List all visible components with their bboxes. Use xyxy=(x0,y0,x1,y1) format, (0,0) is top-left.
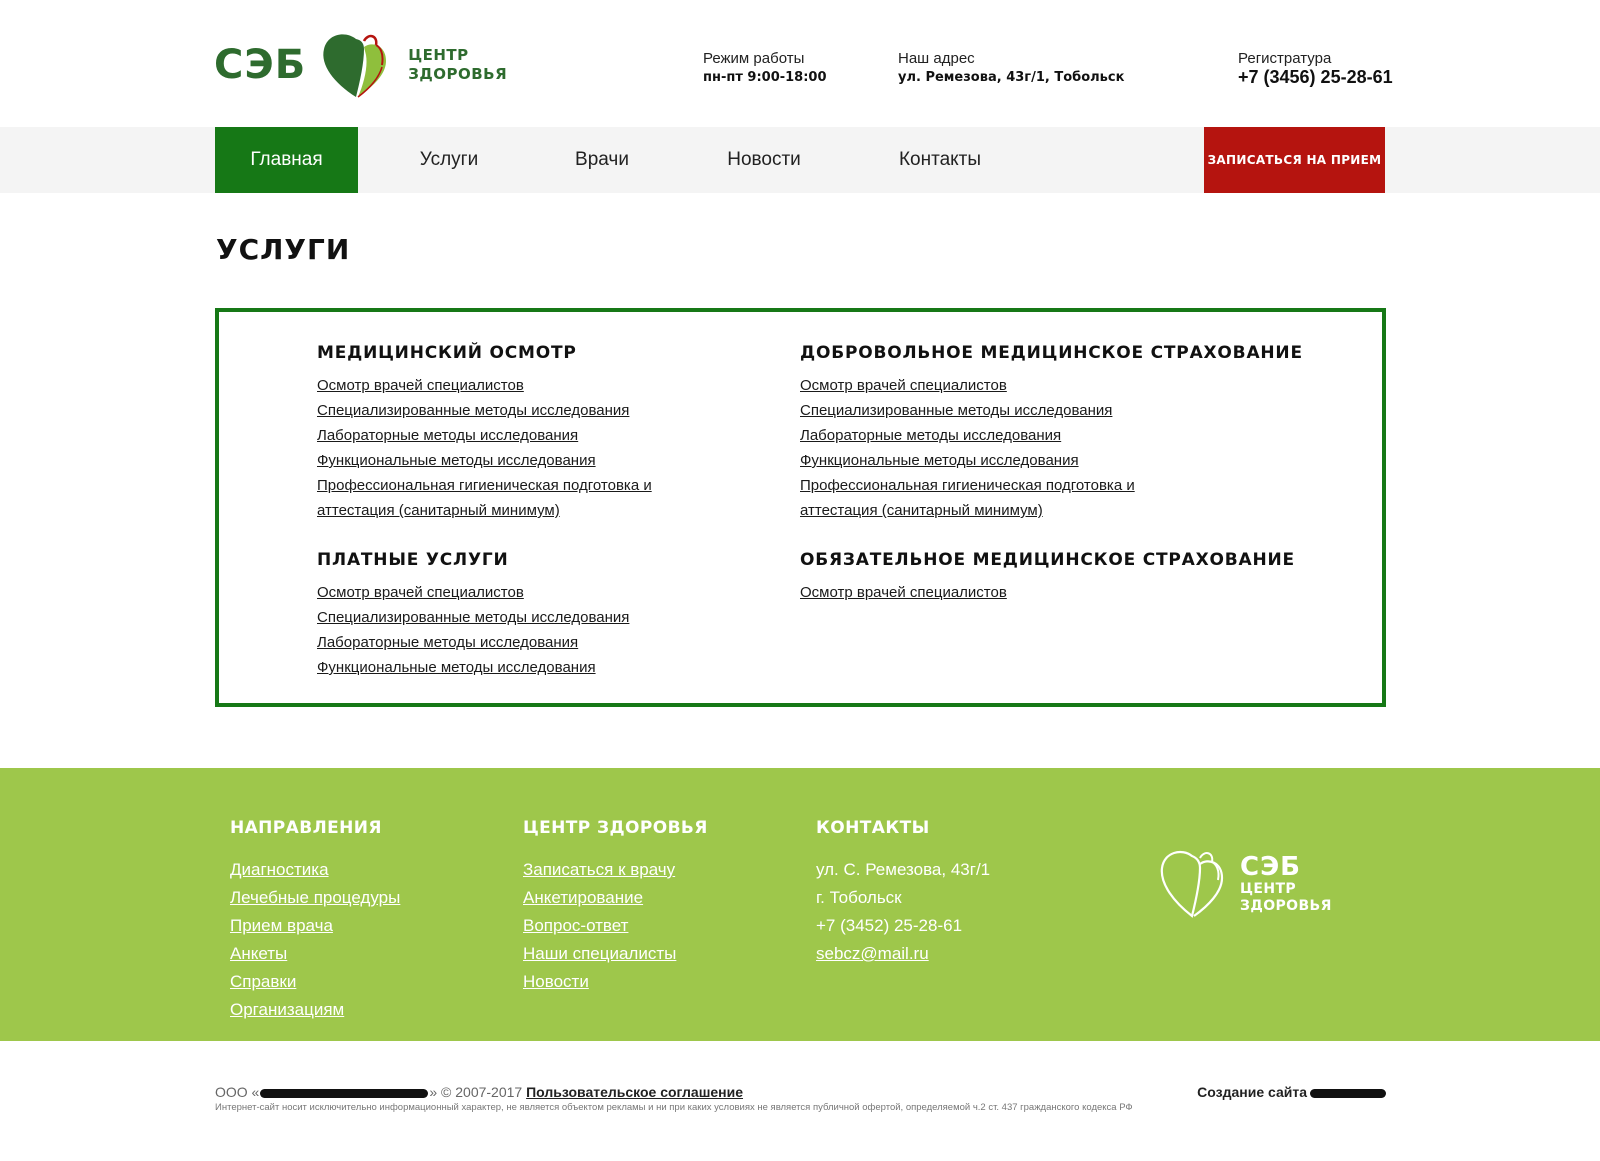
footer-email-link[interactable]: sebcz@mail.ru xyxy=(816,940,990,968)
service-group-voluntary-insurance: ДОБРОВОЛЬНОЕ МЕДИЦИНСКОЕ СТРАХОВАНИЕ Осм… xyxy=(800,343,1303,523)
copyright-suffix: » © 2007-2017 xyxy=(429,1084,523,1100)
service-link[interactable]: Лабораторные методы исследования xyxy=(317,630,667,655)
service-group-title: ДОБРОВОЛЬНОЕ МЕДИЦИНСКОЕ СТРАХОВАНИЕ xyxy=(800,343,1303,363)
nav-item-contacts[interactable]: Контакты xyxy=(889,127,991,193)
phone-label: Регистратура xyxy=(1238,50,1332,67)
heart-logo-icon xyxy=(323,34,387,98)
service-group-mandatory-insurance: ОБЯЗАТЕЛЬНОЕ МЕДИЦИНСКОЕ СТРАХОВАНИЕ Осм… xyxy=(800,550,1295,605)
footer-col-title: НАПРАВЛЕНИЯ xyxy=(230,818,382,838)
page-title: УСЛУГИ xyxy=(216,233,351,266)
logo-sub-line1: ЦЕНТР xyxy=(408,46,469,64)
footer-address-line1: ул. С. Ремезова, 43г/1 xyxy=(816,860,991,879)
hours-value: пн-пт 9:00-18:00 xyxy=(703,70,827,85)
service-link[interactable]: Осмотр врачей специалистов xyxy=(317,580,667,605)
site-logo[interactable]: СЭБ ЦЕНТР ЗДОРОВЬЯ xyxy=(214,31,507,99)
hours-label: Режим работы xyxy=(703,50,805,67)
footer-col-title: КОНТАКТЫ xyxy=(816,818,930,838)
service-group-title: МЕДИЦИНСКИЙ ОСМОТР xyxy=(317,343,577,363)
footer-link[interactable]: Вопрос-ответ xyxy=(523,912,708,940)
logo-subtitle: ЦЕНТР ЗДОРОВЬЯ xyxy=(408,46,507,84)
footer-link[interactable]: Наши специалисты xyxy=(523,940,708,968)
footer-logo-text: СЭБ ЦЕНТР ЗДОРОВЬЯ xyxy=(1240,853,1332,915)
service-link[interactable]: Осмотр врачей специалистов xyxy=(317,373,667,398)
footer-logo-main: СЭБ xyxy=(1240,852,1301,882)
service-link[interactable]: Лабораторные методы исследования xyxy=(800,423,1150,448)
address-label: Наш адрес xyxy=(898,50,975,67)
user-agreement-link[interactable]: Пользовательское соглашение xyxy=(526,1084,743,1100)
logo-sub-line2: ЗДОРОВЬЯ xyxy=(408,65,508,83)
redacted-developer-link[interactable] xyxy=(1310,1088,1386,1098)
copyright-prefix: ООО « xyxy=(215,1084,260,1100)
services-box: МЕДИЦИНСКИЙ ОСМОТР Осмотр врачей специал… xyxy=(215,308,1386,707)
service-link[interactable]: Функциональные методы исследования xyxy=(800,448,1150,473)
service-link[interactable]: Специализированные методы исследования xyxy=(800,398,1150,423)
footer-link[interactable]: Новости xyxy=(523,968,708,996)
nav-item-doctors[interactable]: Врачи xyxy=(562,127,642,193)
main-nav: Главная Услуги Врачи Новости Контакты ЗА… xyxy=(0,127,1600,193)
footer-link[interactable]: Анкетирование xyxy=(523,884,708,912)
address-block: Наш адрес ул. Ремезова, 43г/1, Тобольск xyxy=(898,49,1124,87)
footer-link[interactable]: Диагностика xyxy=(230,856,400,884)
nav-item-services[interactable]: Услуги xyxy=(405,127,493,193)
site-credit: Создание сайта xyxy=(1197,1084,1386,1100)
bottom-bar: ООО « » © 2007-2017 Пользовательское согл… xyxy=(215,1084,1386,1113)
address-value: ул. Ремезова, 43г/1, Тобольск xyxy=(898,70,1125,85)
service-link[interactable]: Лабораторные методы исследования xyxy=(317,423,667,448)
working-hours: Режим работы пн-пт 9:00-18:00 xyxy=(703,49,827,87)
service-link[interactable]: Осмотр врачей специалистов xyxy=(800,373,1150,398)
site-credit-label: Создание сайта xyxy=(1197,1084,1307,1100)
footer-logo-sub2: ЗДОРОВЬЯ xyxy=(1240,898,1332,914)
service-link[interactable]: Специализированные методы исследования xyxy=(317,605,667,630)
service-group-title: ПЛАТНЫЕ УСЛУГИ xyxy=(317,550,509,570)
footer-col-contacts: КОНТАКТЫ ул. С. Ремезова, 43г/1 г. Тобол… xyxy=(816,818,990,968)
footer-col-directions: НАПРАВЛЕНИЯ Диагностика Лечебные процеду… xyxy=(230,818,400,1024)
nav-item-home[interactable]: Главная xyxy=(215,127,358,193)
logo-text: СЭБ xyxy=(214,42,307,88)
redacted-company-name xyxy=(260,1088,429,1098)
footer-address-line2: г. Тобольск xyxy=(816,888,902,907)
registry-phone: Регистратура +7 (3456) 25-28-61 xyxy=(1238,49,1393,87)
footer-link[interactable]: Справки xyxy=(230,968,400,996)
service-link[interactable]: Профессиональная гигиеническая подготовк… xyxy=(800,473,1150,523)
site-header: СЭБ ЦЕНТР ЗДОРОВЬЯ Режим работы пн-пт 9:… xyxy=(0,0,1600,127)
book-appointment-button[interactable]: ЗАПИСАТЬСЯ НА ПРИЕМ xyxy=(1204,127,1385,193)
footer-link[interactable]: Лечебные процедуры xyxy=(230,884,400,912)
footer-col-health-center: ЦЕНТР ЗДОРОВЬЯ Записаться к врачу Анкети… xyxy=(523,818,708,996)
footer-link[interactable]: Записаться к врачу xyxy=(523,856,708,884)
service-group-title: ОБЯЗАТЕЛЬНОЕ МЕДИЦИНСКОЕ СТРАХОВАНИЕ xyxy=(800,550,1295,570)
footer-link[interactable]: Анкеты xyxy=(230,940,400,968)
service-group-medical-exam: МЕДИЦИНСКИЙ ОСМОТР Осмотр врачей специал… xyxy=(317,343,667,523)
footer-phone: +7 (3452) 25-28-61 xyxy=(816,916,963,935)
service-link[interactable]: Функциональные методы исследования xyxy=(317,655,667,680)
footer-logo-sub1: ЦЕНТР xyxy=(1240,881,1297,897)
service-link[interactable]: Специализированные методы исследования xyxy=(317,398,667,423)
disclaimer: Интернет-сайт носит исключительно информ… xyxy=(215,1102,1133,1113)
service-link[interactable]: Осмотр врачей специалистов xyxy=(800,580,1150,605)
heart-outline-logo-icon xyxy=(1160,850,1224,918)
footer-col-title: ЦЕНТР ЗДОРОВЬЯ xyxy=(523,818,708,838)
nav-item-news[interactable]: Новости xyxy=(717,127,811,193)
site-footer: НАПРАВЛЕНИЯ Диагностика Лечебные процеду… xyxy=(0,768,1600,1041)
service-link[interactable]: Функциональные методы исследования xyxy=(317,448,667,473)
phone-value[interactable]: +7 (3456) 25-28-61 xyxy=(1238,68,1393,87)
footer-link[interactable]: Организациям xyxy=(230,996,400,1024)
service-link[interactable]: Профессиональная гигиеническая подготовк… xyxy=(317,473,667,523)
footer-logo[interactable]: СЭБ ЦЕНТР ЗДОРОВЬЯ xyxy=(1158,848,1332,920)
footer-link[interactable]: Прием врача xyxy=(230,912,400,940)
service-group-paid: ПЛАТНЫЕ УСЛУГИ Осмотр врачей специалисто… xyxy=(317,550,667,680)
